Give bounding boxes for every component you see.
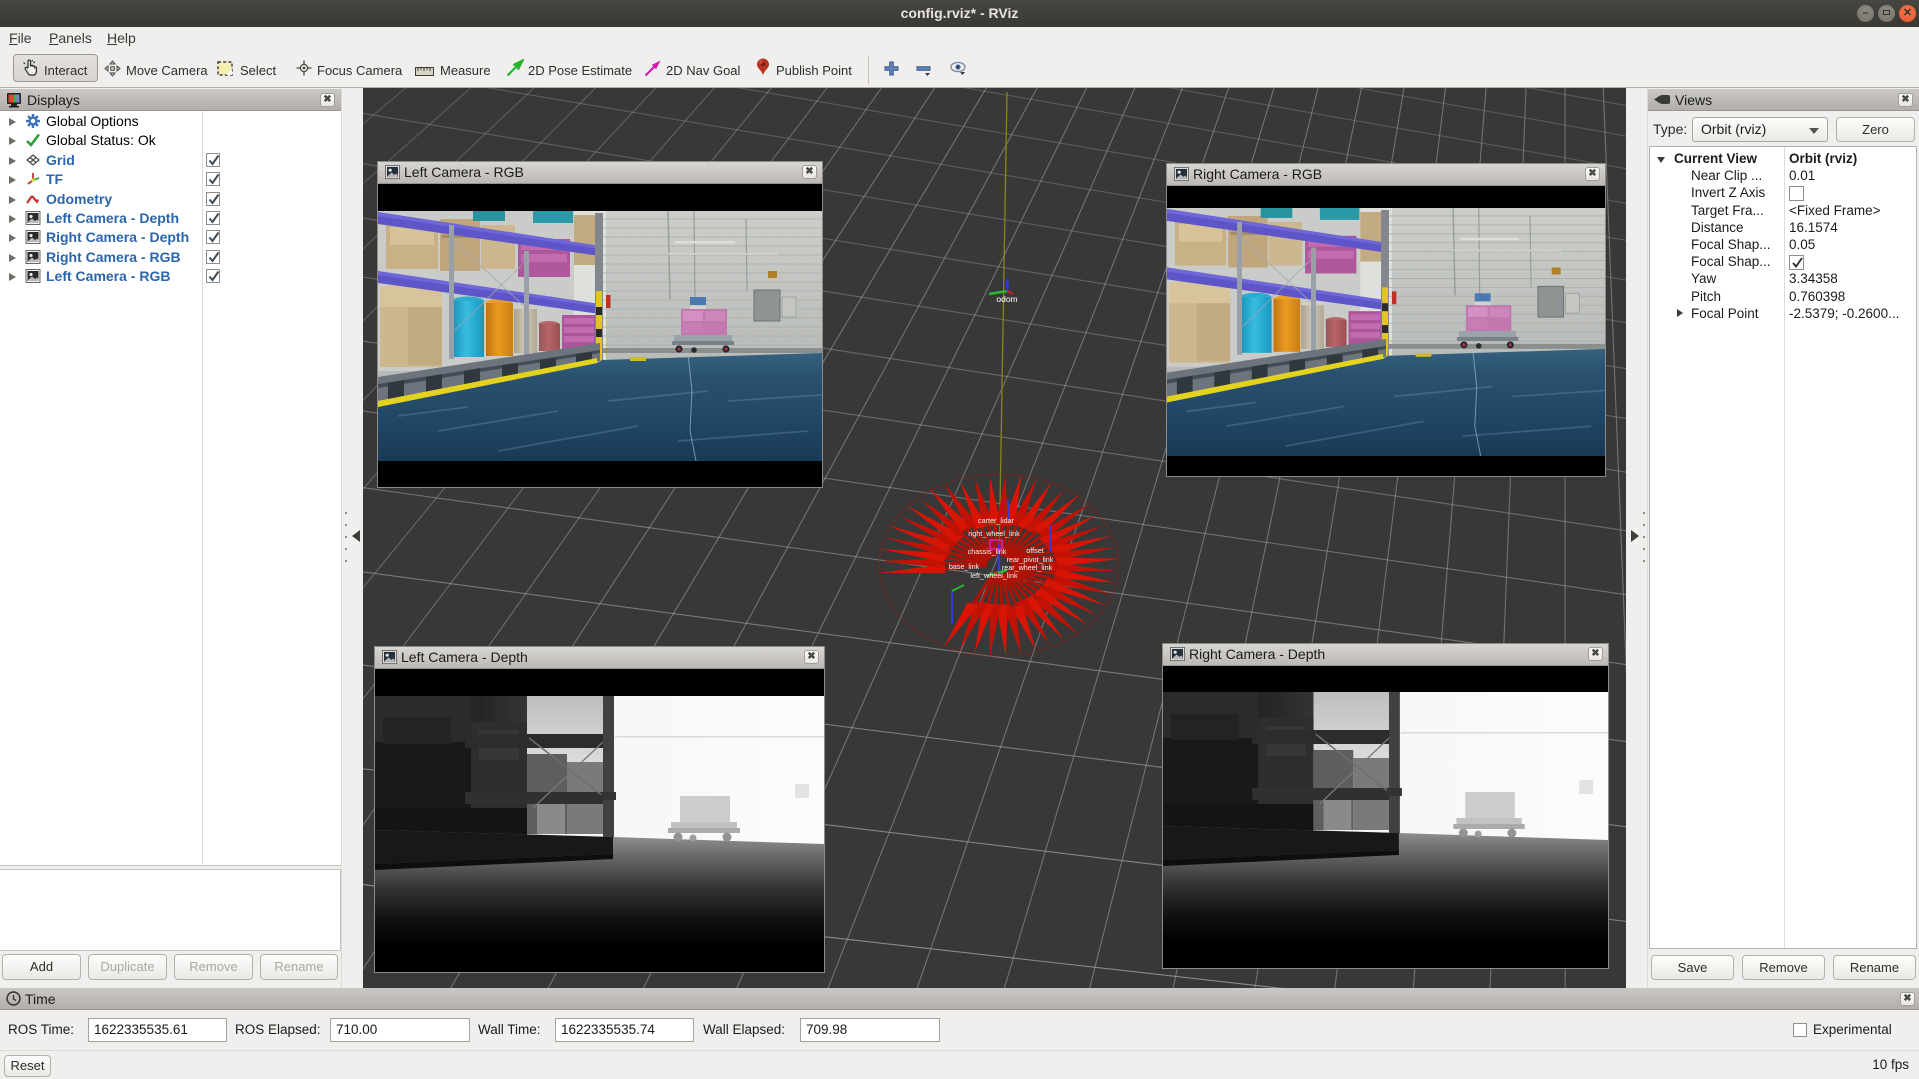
svg-text:base_link: base_link	[949, 562, 980, 571]
svg-text:chassis_link: chassis_link	[968, 547, 1007, 556]
svg-text:carter_lidar: carter_lidar	[978, 516, 1015, 525]
svg-text:odom: odom	[996, 294, 1017, 304]
svg-text:right_wheel_link: right_wheel_link	[968, 529, 1020, 538]
svg-text:left_wheel_link: left_wheel_link	[970, 571, 1018, 580]
svg-text:offset: offset	[1026, 546, 1043, 555]
